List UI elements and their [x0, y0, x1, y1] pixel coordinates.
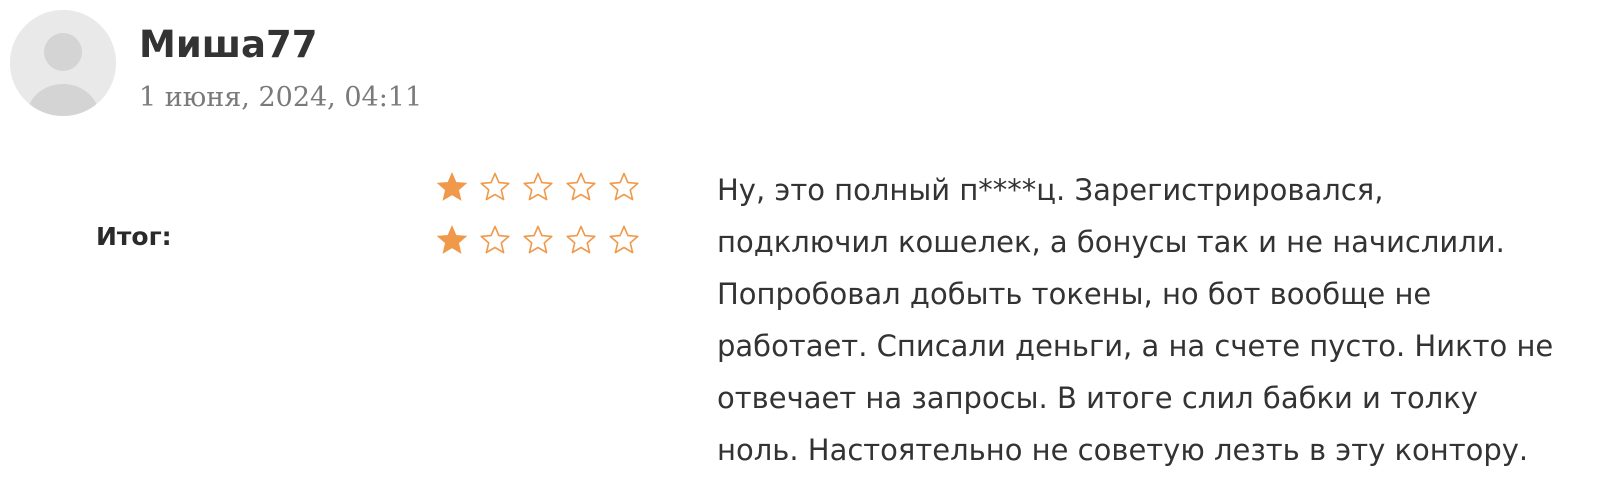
star-outline-icon: [565, 224, 597, 256]
total-rating-stars: [436, 224, 640, 256]
rating-stars: [436, 171, 640, 203]
total-rating-label: Итог:: [96, 222, 172, 251]
review-text-line: Попробовал добыть токены, но бот вообще …: [717, 277, 1432, 311]
user-placeholder-icon: [10, 10, 116, 116]
review-text-line: ноль. Настоятельно не советую лезть в эт…: [717, 433, 1529, 467]
star-outline-icon: [479, 171, 511, 203]
star-outline-icon: [565, 171, 597, 203]
review-date: 1 июня, 2024, 04:11: [139, 82, 423, 113]
star-filled-icon: [436, 224, 468, 256]
star-outline-icon: [608, 171, 640, 203]
author-name[interactable]: Миша77: [139, 22, 318, 68]
star-outline-icon: [522, 224, 554, 256]
review-text-line: работает. Списали деньги, а на счете пус…: [717, 329, 1554, 363]
star-outline-icon: [522, 171, 554, 203]
review-text-line: Ну, это полный п****ц. Зарегистрировался…: [717, 173, 1384, 207]
review-text: Ну, это полный п****ц. Зарегистрировался…: [717, 164, 1597, 476]
review-card: Миша77 1 июня, 2024, 04:11 Итог: Ну, это…: [0, 0, 1600, 491]
review-text-line: отвечает на запросы. В итоге слил бабки …: [717, 381, 1478, 415]
star-filled-icon: [436, 171, 468, 203]
avatar: [10, 10, 116, 116]
star-outline-icon: [479, 224, 511, 256]
review-text-line: подключил кошелек, а бонусы так и не нач…: [717, 225, 1505, 259]
star-outline-icon: [608, 224, 640, 256]
